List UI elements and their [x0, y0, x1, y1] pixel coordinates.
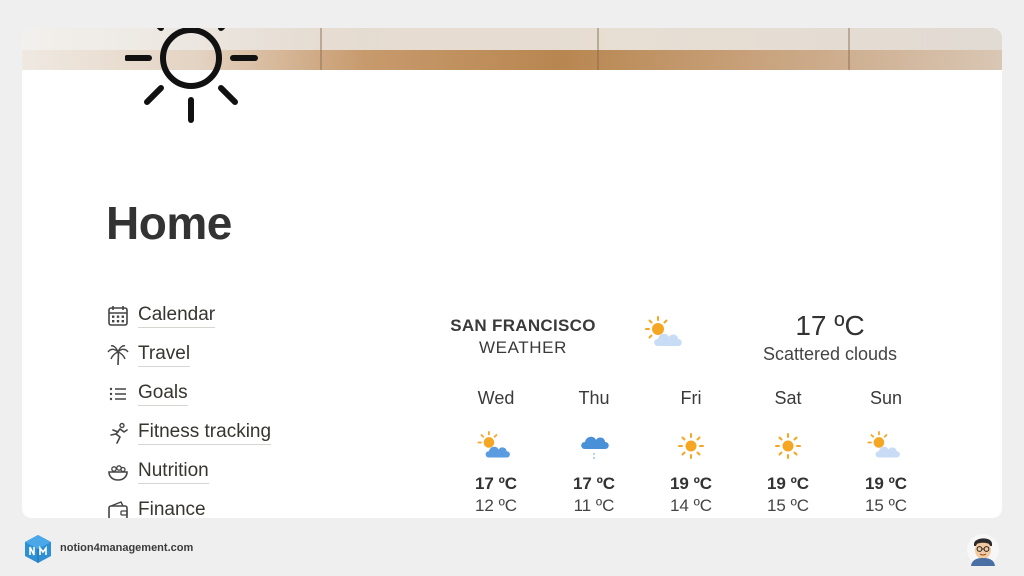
forecast-day: Fri 19 ºC 14 ºC [651, 388, 731, 516]
notion4management-logo-icon[interactable] [24, 534, 52, 569]
forecast-low: 12 ºC [474, 496, 518, 515]
nav-label: Calendar [138, 304, 216, 328]
weather-subtitle: WEATHER [479, 338, 567, 357]
avatar[interactable] [966, 533, 1000, 572]
calendar-icon [106, 304, 130, 328]
footer-site-link[interactable]: notion4management.com [60, 542, 193, 554]
current-temperature: 17 ºC [795, 310, 865, 341]
nav-item-fitness-tracking[interactable]: Fitness tracking [106, 413, 272, 452]
page-title: Home [106, 197, 232, 249]
forecast-day-label: Wed [477, 388, 515, 408]
page-sun-icon[interactable] [125, 28, 259, 124]
wallet-icon [106, 499, 130, 518]
nav-item-travel[interactable]: Travel [106, 335, 271, 374]
nav-label: Fitness tracking [138, 421, 272, 445]
forecast-day-label: Thu [578, 388, 610, 408]
sun-behind-cloud-icon [846, 426, 926, 466]
forecast-day-label: Sun [869, 388, 903, 408]
forecast-low: 14 ºC [669, 496, 713, 515]
forecast-high: 19 ºC [766, 474, 810, 493]
nav-item-nutrition[interactable]: Nutrition [106, 452, 271, 491]
nav-item-calendar[interactable]: Calendar [106, 296, 271, 335]
food-bowl-icon [106, 460, 130, 484]
cover-detail [320, 28, 322, 70]
current-description: Scattered clouds [762, 344, 898, 364]
nav-label: Goals [138, 382, 188, 406]
sun-icon [748, 426, 828, 466]
sun-behind-cloud-icon [456, 426, 536, 466]
weather-widget[interactable]: SAN FRANCISCO WEATHER 17 ºC Scattered cl… [430, 304, 930, 515]
forecast-low: 15 ºC [864, 496, 908, 515]
nav-label: Travel [138, 343, 191, 367]
nav-item-finance[interactable]: Finance [106, 491, 271, 518]
forecast-high: 19 ºC [669, 474, 713, 493]
nav-item-goals[interactable]: Goals [106, 374, 271, 413]
sun-icon [651, 426, 731, 466]
nav-label: Finance [138, 499, 206, 519]
forecast-day: Sat 19 ºC 15 ºC [748, 388, 828, 516]
rain-cloud-icon [554, 426, 634, 466]
navigation-list: Calendar Travel Goals Fitness tracking N… [106, 296, 272, 518]
notion-page: Home Calendar Travel Goals Fitness track… [22, 28, 1002, 518]
forecast-day: Thu 17 ºC 11 ºC [554, 388, 634, 516]
palm-tree-icon [106, 343, 130, 367]
forecast-day-label: Fri [680, 388, 702, 408]
sun-behind-cloud-icon [644, 316, 688, 355]
forecast-low: 11 ºC [573, 496, 615, 515]
forecast-low: 15 ºC [766, 496, 810, 515]
forecast-day-label: Sat [774, 388, 802, 408]
forecast-day: Sun 19 ºC 15 ºC [846, 388, 926, 516]
cover-detail [848, 28, 850, 70]
running-person-icon [106, 421, 130, 445]
weather-city: SAN FRANCISCO [450, 316, 596, 335]
forecast-high: 17 ºC [474, 474, 518, 493]
cover-detail [597, 28, 599, 70]
nav-label: Nutrition [138, 460, 209, 484]
forecast-high: 17 ºC [572, 474, 616, 493]
forecast-day: Wed 17 ºC 12 ºC [456, 388, 536, 516]
list-icon [106, 382, 130, 406]
forecast-high: 19 ºC [864, 474, 908, 493]
